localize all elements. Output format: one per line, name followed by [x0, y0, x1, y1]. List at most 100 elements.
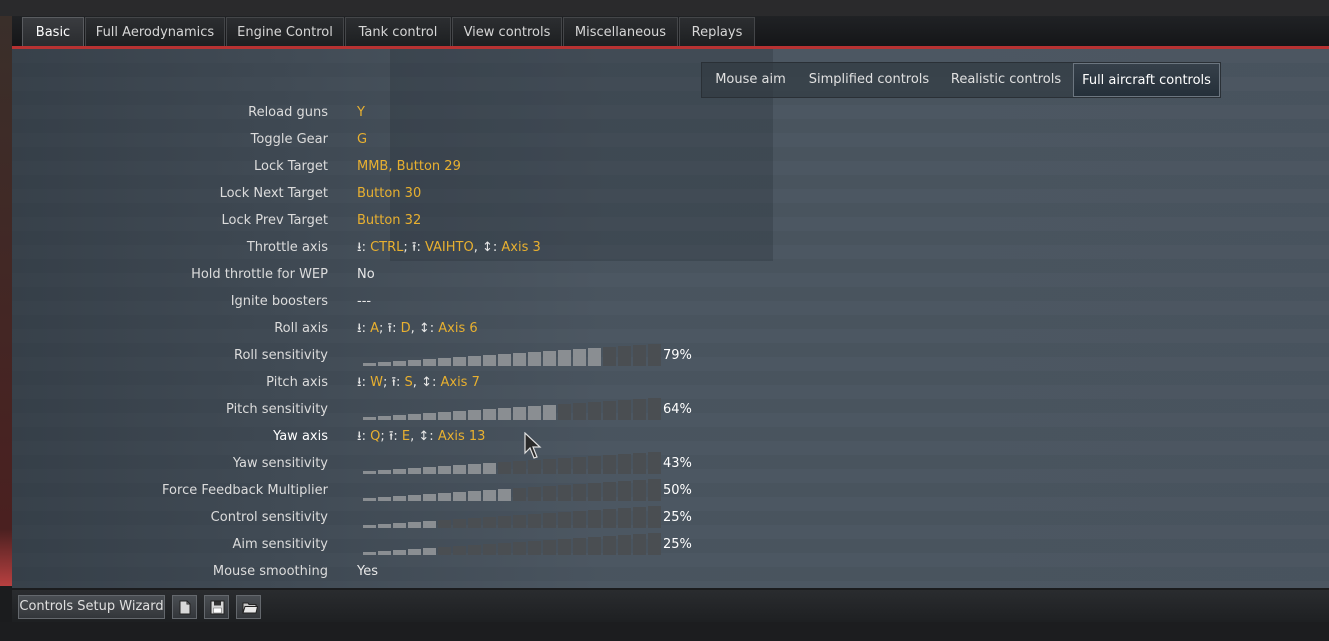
control-value[interactable]: --- [357, 288, 371, 315]
slider-segment [543, 486, 556, 501]
slider-segment [633, 399, 646, 420]
new-preset-button[interactable] [172, 595, 197, 619]
binding-up: D [400, 321, 411, 336]
background-bottom [0, 622, 1329, 641]
separator: : [361, 321, 371, 336]
control-row[interactable]: Mouse smoothing Yes [12, 558, 712, 585]
control-row[interactable]: Pitch axis ⭳: W; ⭱: S, ↕: Axis 7 [12, 369, 712, 396]
control-row[interactable]: Yaw sensitivity 43% [12, 450, 712, 477]
axis-binding[interactable]: ⭳: Q; ⭱: E, ↕: Axis 13 [357, 423, 485, 450]
tab-miscellaneous[interactable]: Miscellaneous [563, 17, 678, 46]
control-row[interactable]: Roll axis ⭳: A; ⭱: D, ↕: Axis 6 [12, 315, 712, 342]
tab-replays[interactable]: Replays [679, 17, 755, 46]
axis-binding[interactable]: ⭳: CTRL; ⭱: VAIHTO, ↕: Axis 3 [357, 234, 541, 261]
control-row[interactable]: Ignite boosters --- [12, 288, 712, 315]
control-value[interactable]: Button 30 [357, 180, 421, 207]
save-preset-button[interactable] [204, 595, 229, 619]
control-value[interactable]: No [357, 261, 375, 288]
slider-segment [453, 492, 466, 501]
control-row[interactable]: Roll sensitivity 79% [12, 342, 712, 369]
slider-segment [438, 493, 451, 501]
control-row[interactable]: Throttle axis ⭳: CTRL; ⭱: VAIHTO, ↕: Axis… [12, 234, 712, 261]
slider-segment [363, 552, 376, 555]
slider-segment [498, 489, 511, 501]
control-label: Lock Prev Target [221, 213, 329, 228]
control-row[interactable]: Control sensitivity 25% [12, 504, 712, 531]
control-value[interactable]: Yes [357, 558, 378, 585]
tab-engine-control[interactable]: Engine Control [226, 17, 344, 46]
control-value[interactable]: G [357, 126, 367, 153]
mode-mouse-aim[interactable]: Mouse aim [702, 63, 799, 97]
slider-segment [423, 548, 436, 555]
slider-segment [453, 465, 466, 474]
control-row[interactable]: Yaw axis ⭳: Q; ⭱: E, ↕: Axis 13 [12, 423, 712, 450]
tab-full-aerodynamics[interactable]: Full Aerodynamics [85, 17, 225, 46]
slider-segment [648, 506, 661, 528]
axis-binding[interactable]: ⭳: A; ⭱: D, ↕: Axis 6 [357, 315, 478, 342]
control-row[interactable]: Force Feedback Multiplier 50% [12, 477, 712, 504]
slider-segment [618, 400, 631, 420]
slider-segment [393, 469, 406, 474]
control-label: Aim sensitivity [232, 537, 328, 552]
slider-segment [408, 414, 421, 420]
slider-segment [468, 491, 481, 501]
sensitivity-value: 43% [663, 456, 692, 471]
tab-basic[interactable]: Basic [22, 17, 84, 46]
slider-segment [378, 416, 391, 420]
sensitivity-slider[interactable] [363, 398, 661, 420]
control-row[interactable]: Pitch sensitivity 64% [12, 396, 712, 423]
slider-segment [453, 546, 466, 555]
slider-segment [438, 520, 451, 528]
sensitivity-slider[interactable] [363, 506, 661, 528]
control-row[interactable]: Lock Next Target Button 30 [12, 180, 712, 207]
slider-segment [513, 353, 526, 366]
mode-simplified-controls[interactable]: Simplified controls [799, 63, 939, 97]
open-preset-button[interactable] [236, 595, 261, 619]
binding-up: S [404, 375, 413, 390]
slider-segment [633, 480, 646, 501]
slider-segment [588, 348, 601, 366]
sensitivity-slider[interactable] [363, 533, 661, 555]
control-value[interactable]: Button 32 [357, 207, 421, 234]
separator: : [361, 240, 371, 255]
slider-segment [363, 471, 376, 474]
slider-segment [483, 544, 496, 555]
control-row[interactable]: Lock Target MMB, Button 29 [12, 153, 712, 180]
separator: : [396, 375, 405, 390]
mode-realistic-controls[interactable]: Realistic controls [939, 63, 1073, 97]
slider-segment [363, 525, 376, 528]
sensitivity-slider[interactable] [363, 479, 661, 501]
slider-segment [423, 494, 436, 501]
control-row[interactable]: Aim sensitivity 25% [12, 531, 712, 558]
slider-segment [648, 452, 661, 474]
control-row[interactable]: Toggle Gear G [12, 126, 712, 153]
control-label: Mouse smoothing [212, 564, 328, 579]
tab-tank-control[interactable]: Tank control [345, 17, 451, 46]
slider-segment [393, 550, 406, 555]
slider-segment [573, 457, 586, 474]
background-menu-strip [0, 0, 1329, 16]
slider-segment [618, 454, 631, 474]
sensitivity-slider[interactable] [363, 452, 661, 474]
control-value[interactable]: MMB, Button 29 [357, 153, 461, 180]
slider-segment [573, 349, 586, 366]
control-row[interactable]: Lock Prev Target Button 32 [12, 207, 712, 234]
slider-segment [543, 513, 556, 528]
slider-segment [438, 358, 451, 366]
slider-segment [513, 461, 526, 474]
axis-binding[interactable]: ⭳: W; ⭱: S, ↕: Axis 7 [357, 369, 480, 396]
binding-axis: Axis 3 [501, 240, 541, 255]
sensitivity-value: 79% [663, 348, 692, 363]
separator: ; [403, 240, 412, 255]
sensitivity-slider[interactable] [363, 344, 661, 366]
mode-full-aircraft-controls[interactable]: Full aircraft controls [1073, 63, 1220, 97]
slider-segment [513, 488, 526, 501]
tab-view-controls[interactable]: View controls [452, 17, 562, 46]
slider-segment [438, 412, 451, 420]
control-label: Ignite boosters [230, 294, 328, 309]
controls-setup-wizard-button[interactable]: Controls Setup Wizard [18, 595, 165, 619]
control-value[interactable]: Y [357, 99, 365, 126]
control-row[interactable]: Hold throttle for WEP No [12, 261, 712, 288]
slider-segment [408, 468, 421, 474]
control-row[interactable]: Reload guns Y [12, 99, 712, 126]
